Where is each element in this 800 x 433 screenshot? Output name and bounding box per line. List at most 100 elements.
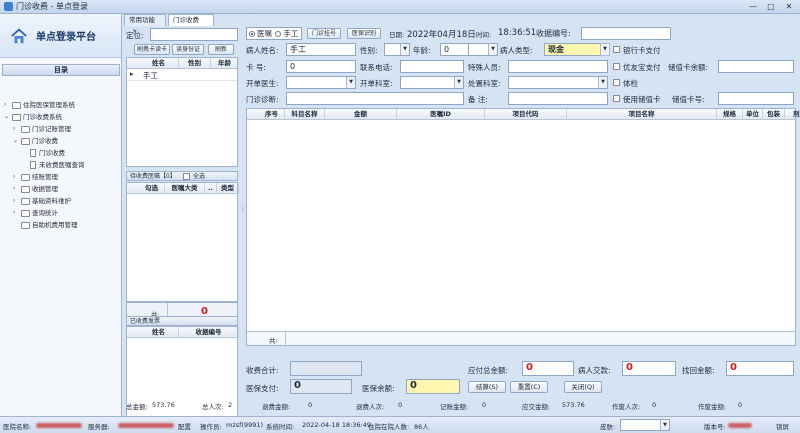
select-all-checkbox[interactable] [183, 173, 190, 180]
youyoubao-checkbox[interactable] [613, 63, 620, 70]
operator-label: 操作员: [200, 423, 222, 431]
tree-item[interactable]: 未收费医嘱查询 [22, 159, 85, 171]
maximize-icon[interactable]: □ [762, 1, 780, 12]
sidebar: 单点登录平台 目录 › 住院医保管理系统 ⌄ 门诊收费系统 › 门诊记账管理 ⌄ 门诊收费 门诊… [0, 14, 122, 416]
expand-toggle-icon[interactable]: › [4, 99, 11, 111]
config-label[interactable]: 配置 [178, 421, 191, 431]
tab-outpatient-charge[interactable]: 门诊收费 × [168, 14, 214, 35]
col-name: 姓名 [139, 327, 179, 338]
phone-label: 联系电话: [360, 63, 393, 72]
chevron-down-icon[interactable]: ▼ [598, 77, 607, 88]
expand-toggle-icon[interactable]: ⌄ [4, 111, 11, 123]
age-unit-select[interactable]: ▼ [468, 43, 498, 56]
stored-card-no-input[interactable] [718, 92, 794, 105]
tree-item[interactable]: › 基础资料维护 [13, 195, 71, 207]
physical-checkbox[interactable] [613, 79, 620, 86]
tree-item[interactable]: › 结账管理 [13, 171, 58, 183]
use-stored-checkbox[interactable] [613, 95, 620, 102]
refresh-button[interactable]: 刷新 [208, 44, 234, 55]
tab-common[interactable]: 常用功能 × [124, 14, 166, 35]
special-input[interactable] [508, 60, 608, 73]
summary-void-amount-label: 作废金额: [698, 403, 727, 411]
col-header: 项目名称 [567, 109, 717, 120]
chevron-down-icon[interactable]: ▼ [600, 43, 610, 56]
tree-item-label: 自助机费用管理 [32, 221, 78, 229]
phone-input[interactable] [400, 60, 464, 73]
paid-input[interactable]: 0 [622, 361, 676, 376]
tree-item-label: 门诊记账管理 [32, 125, 71, 133]
expand-toggle-icon[interactable]: › [13, 195, 20, 207]
col-header: 剂型 [785, 109, 800, 120]
locate-input[interactable] [150, 28, 238, 41]
patient-column: 定位: 刷携卡读卡 读身份证 刷新 姓名 性别 年龄 ▸ 手工 待收费医嘱【0】… [124, 26, 240, 422]
radio-manual[interactable] [275, 31, 282, 37]
dept-select[interactable]: ▼ [400, 76, 464, 89]
summary-due-amount-label: 应交金额: [522, 403, 551, 411]
read-idcard-button[interactable]: 读身份证 [172, 44, 204, 55]
reset-button[interactable]: 重置(C) [510, 381, 548, 393]
receipt-no-input[interactable] [581, 27, 671, 40]
insurance-balance-label: 医保余额: [362, 384, 395, 393]
bankcard-checkbox[interactable] [613, 46, 620, 53]
summary-due-amount-value: 573.76 [562, 401, 585, 409]
expand-toggle-icon[interactable]: › [13, 207, 20, 219]
exec-dept-select[interactable]: ▼ [508, 76, 608, 89]
register-button[interactable]: 门诊挂号 [307, 28, 341, 39]
stored-balance-input[interactable] [718, 60, 794, 73]
col-header: 科目名称 [285, 109, 325, 120]
insurance-identify-button[interactable]: 医保识别 [347, 28, 381, 39]
home-icon [11, 28, 27, 43]
h-scrollbar[interactable] [127, 183, 237, 185]
skin-select[interactable]: ▼ [620, 419, 670, 431]
tree-item[interactable]: › 查询统计 [13, 207, 58, 219]
chevron-down-icon[interactable]: ▼ [346, 77, 355, 88]
summary-void-visits-value: 0 [652, 401, 657, 409]
lock-screen-button[interactable]: 锁屏 [776, 421, 789, 431]
col-header: 包装 [763, 109, 785, 120]
expand-toggle-icon[interactable]: › [13, 171, 20, 183]
folder-icon [21, 173, 30, 181]
row-pointer-icon: ▸ [130, 70, 134, 78]
chevron-down-icon[interactable]: ▼ [488, 44, 497, 55]
doctor-select[interactable]: ▼ [286, 76, 356, 89]
table-row[interactable]: ▸ 手工 [127, 69, 237, 81]
tree-item[interactable]: 自助机费用管理 [13, 219, 78, 231]
tree-item[interactable]: › 门诊记账管理 [13, 123, 71, 135]
tree-item[interactable]: › 住院医保管理系统 [4, 99, 75, 111]
close-icon[interactable]: ✕ [780, 1, 798, 12]
remark-input[interactable] [508, 92, 608, 105]
expand-toggle-icon[interactable]: ⌄ [13, 135, 20, 147]
chevron-down-icon[interactable]: ▼ [454, 77, 463, 88]
summary-void-amount-value: 0 [738, 401, 743, 409]
close-button[interactable]: 关闭(Q) [564, 381, 602, 393]
diagnosis-input[interactable] [286, 92, 464, 105]
tree-item[interactable]: › 收据管理 [13, 183, 58, 195]
minimize-icon[interactable]: — [744, 1, 762, 12]
gender-select[interactable]: ▼ [384, 43, 410, 56]
paid-label: 病人交款: [578, 366, 611, 375]
expand-toggle-icon[interactable]: › [13, 123, 20, 135]
tab-label: 常用功能 [129, 16, 155, 24]
use-stored-label: 使用储值卡 [623, 95, 661, 104]
tree-item[interactable]: ⌄ 门诊收费 [13, 135, 58, 147]
tree-item[interactable]: 门诊收费 [22, 147, 65, 159]
radio-order[interactable] [249, 31, 255, 37]
col-header: 规格 [717, 109, 743, 120]
chevron-down-icon[interactable]: ▼ [660, 420, 669, 430]
grid-header: 序号科目名称金额医嘱ID项目代码项目名称规格单位包装剂型 [247, 109, 800, 120]
chevron-down-icon[interactable]: ▼ [400, 44, 409, 55]
summary-total-visits-label: 总人次: [202, 403, 224, 411]
insurance-balance-value: 0 [406, 379, 460, 394]
expand-toggle-icon[interactable]: › [13, 183, 20, 195]
read-card-button[interactable]: 刷携卡读卡 [134, 44, 170, 55]
tree-item[interactable]: ⌄ 门诊收费系统 [4, 111, 62, 123]
stored-balance-label: 储值卡余额: [668, 63, 709, 72]
settle-button[interactable]: 结算(S) [468, 381, 506, 393]
card-no-input[interactable]: 0 [286, 60, 356, 73]
doctor-label: 开单医生: [246, 79, 279, 88]
patient-name-input[interactable]: 手工 [286, 43, 356, 56]
items-count-label: 共: [269, 337, 278, 345]
skin-label: 皮肤: [600, 423, 616, 431]
card-no-label: 卡 号: [246, 63, 266, 72]
date-value: 2022年04月18日 [407, 30, 476, 40]
